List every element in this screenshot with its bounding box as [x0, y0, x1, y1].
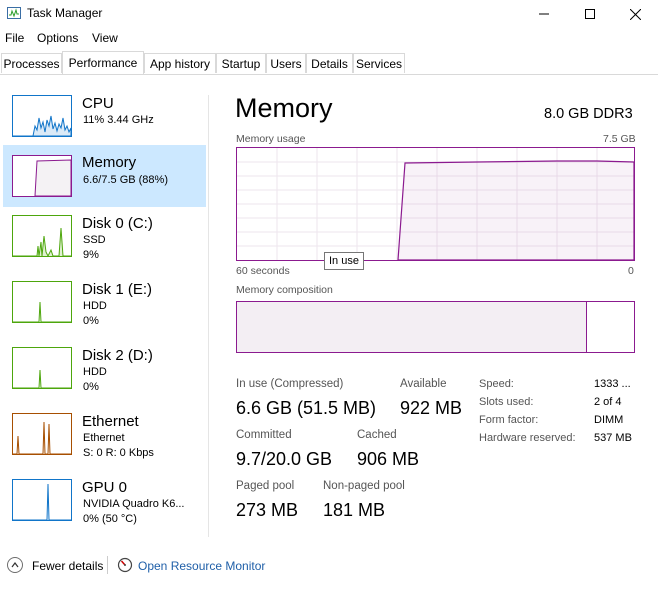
sidebar-title-disk1: Disk 1 (E:) [82, 281, 153, 298]
available-value: 922 MB [400, 398, 463, 418]
in-use-value: 6.6 GB (51.5 MB) [236, 398, 377, 418]
footer-separator [107, 556, 108, 574]
sidebar-sub-memory: 6.6/7.5 GB (88%) [83, 174, 168, 186]
sidebar-sub-gpu0-model: NVIDIA Quadro K6... [83, 498, 185, 510]
committed-label: Committed [236, 429, 292, 441]
close-button[interactable] [612, 0, 658, 28]
disk2-thumbnail-graph [12, 347, 72, 389]
sidebar-item-cpu[interactable]: CPU 11% 3.44 GHz [3, 88, 206, 150]
memory-composition-bar [236, 301, 635, 353]
speed-value: 1333 ... [594, 378, 631, 390]
sidebar-title-memory: Memory [82, 154, 137, 171]
tab-performance[interactable]: Performance [62, 51, 144, 74]
non-paged-pool-label: Non-paged pool [323, 480, 405, 492]
sidebar-title-disk0: Disk 0 (C:) [82, 215, 153, 232]
slots-used-label: Slots used: [479, 396, 534, 408]
menu-view[interactable]: View [92, 31, 118, 45]
time-axis-left: 60 seconds [236, 265, 290, 277]
time-axis-right: 0 [628, 265, 634, 277]
cpu-thumbnail-graph [12, 95, 72, 137]
page-title: Memory [235, 93, 333, 123]
resource-monitor-icon[interactable] [117, 557, 133, 573]
menu-options[interactable]: Options [37, 31, 78, 45]
maximize-icon [585, 9, 595, 19]
window-title: Task Manager [27, 6, 103, 20]
in-use-tooltip: In use [324, 252, 364, 270]
memory-thumbnail-graph [12, 155, 72, 197]
sidebar-item-ethernet[interactable]: Ethernet Ethernet S: 0 R: 0 Kbps [3, 406, 206, 468]
paged-pool-label: Paged pool [236, 480, 295, 492]
ethernet-thumbnail-graph [12, 413, 72, 455]
sidebar-sub-disk0-usage: 9% [83, 249, 99, 261]
sidebar-sub-disk2-type: HDD [83, 366, 107, 378]
disk0-thumbnail-graph [12, 215, 72, 258]
sidebar-title-ethernet: Ethernet [82, 413, 139, 430]
form-factor-value: DIMM [594, 414, 624, 426]
minimize-button[interactable] [521, 0, 567, 28]
speed-label: Speed: [479, 378, 514, 390]
slots-used-value: 2 of 4 [594, 396, 622, 408]
sidebar-title-cpu: CPU [82, 95, 114, 112]
sidebar-divider [208, 95, 209, 537]
memory-usage-label: Memory usage [236, 133, 306, 145]
sidebar-sub-gpu0-usage: 0% (50 °C) [83, 513, 137, 525]
tab-users[interactable]: Users [266, 53, 306, 73]
sidebar-sub-disk1-type: HDD [83, 300, 107, 312]
sidebar-sub-ethernet-name: Ethernet [83, 432, 125, 444]
available-label: Available [400, 378, 447, 390]
form-factor-label: Form factor: [479, 414, 539, 426]
hardware-reserved-label: Hardware reserved: [479, 432, 576, 444]
sidebar-sub-ethernet-rate: S: 0 R: 0 Kbps [83, 447, 154, 459]
menu-file[interactable]: File [5, 31, 24, 45]
sidebar-title-gpu0: GPU 0 [82, 479, 128, 496]
in-use-label: In use (Compressed) [236, 378, 344, 390]
tab-startup[interactable]: Startup [216, 53, 266, 73]
hardware-reserved-value: 537 MB [594, 432, 632, 444]
cached-value: 906 MB [357, 449, 420, 469]
sidebar-item-disk2[interactable]: Disk 2 (D:) HDD 0% [3, 340, 206, 402]
memory-usage-graph [236, 147, 635, 261]
disk1-thumbnail-graph [12, 281, 72, 323]
gpu-thumbnail-graph [12, 479, 72, 521]
sidebar-title-disk2: Disk 2 (D:) [82, 347, 153, 364]
fewer-details-button[interactable]: Fewer details [32, 559, 103, 573]
close-icon [629, 8, 641, 20]
non-paged-pool-value: 181 MB [323, 500, 386, 520]
sidebar-item-gpu0[interactable]: GPU 0 NVIDIA Quadro K6... 0% (50 °C) [3, 472, 206, 534]
title-bar: Task Manager [0, 0, 658, 28]
sidebar-item-disk0[interactable]: Disk 0 (C:) SSD 9% [3, 208, 206, 270]
memory-composition-label: Memory composition [236, 284, 333, 296]
committed-value: 9.7/20.0 GB [236, 449, 333, 469]
memory-spec: 8.0 GB DDR3 [544, 106, 633, 122]
sidebar-item-disk1[interactable]: Disk 1 (E:) HDD 0% [3, 274, 206, 336]
sidebar-item-memory[interactable]: Memory 6.6/7.5 GB (88%) [3, 145, 206, 207]
tab-details[interactable]: Details [306, 53, 353, 73]
tab-services[interactable]: Services [353, 53, 405, 73]
cached-label: Cached [357, 429, 397, 441]
maximize-button[interactable] [567, 0, 613, 28]
memory-usage-max: 7.5 GB [603, 133, 636, 145]
tab-processes[interactable]: Processes [1, 53, 62, 73]
sidebar-sub-cpu: 11% 3.44 GHz [83, 114, 154, 126]
task-manager-icon [7, 7, 21, 19]
minimize-icon [539, 13, 549, 15]
paged-pool-value: 273 MB [236, 500, 299, 520]
sidebar-sub-disk0-type: SSD [83, 234, 106, 246]
composition-in-use-segment [237, 302, 587, 352]
sidebar-sub-disk2-usage: 0% [83, 381, 99, 393]
open-resource-monitor-link[interactable]: Open Resource Monitor [138, 559, 265, 573]
chevron-up-icon[interactable] [7, 557, 23, 573]
sidebar-sub-disk1-usage: 0% [83, 315, 99, 327]
tab-app-history[interactable]: App history [144, 53, 216, 73]
